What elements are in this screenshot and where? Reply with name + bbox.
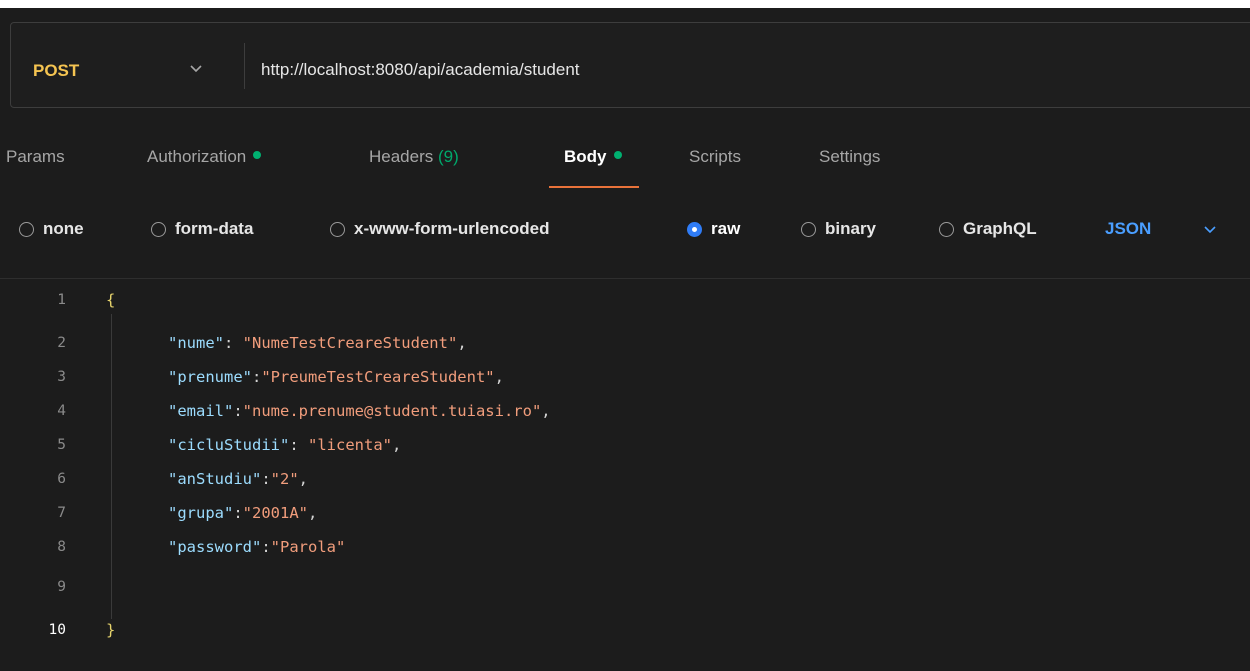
tab-authorization-label: Authorization: [147, 147, 247, 166]
code-open-brace: {: [106, 291, 116, 309]
tab-body[interactable]: Body: [564, 147, 622, 167]
radio-form-data-label: form-data: [175, 219, 254, 238]
line-number: 9: [57, 579, 66, 595]
json-value: "NumeTestCreareStudent": [242, 334, 458, 352]
line-number: 10: [48, 622, 66, 638]
line-number: 6: [57, 471, 66, 487]
json-key: "cicluStudii": [168, 436, 290, 454]
line-number: 3: [57, 369, 66, 385]
json-value: "nume.prenume@student.tuiasi.ro": [242, 402, 542, 420]
code-close-brace: }: [106, 621, 116, 639]
radio-form-data[interactable]: form-data: [151, 219, 253, 239]
http-method-select[interactable]: POST: [33, 61, 79, 81]
panel-divider: [0, 278, 1250, 279]
json-separator: :: [224, 334, 243, 352]
json-separator: :: [233, 504, 243, 522]
code-line: "cicluStudii": "licenta",: [168, 436, 401, 454]
line-number: 4: [57, 403, 66, 419]
json-value: "2001A": [242, 504, 308, 522]
json-value: "Parola": [270, 538, 346, 556]
radio-selected-icon: [687, 221, 702, 237]
code-line: "grupa":"2001A",: [168, 504, 317, 522]
radio-raw-label: raw: [711, 219, 741, 238]
top-margin: [0, 0, 1250, 8]
tab-headers[interactable]: Headers (9): [369, 147, 459, 167]
json-separator: :: [261, 538, 271, 556]
chevron-down-icon[interactable]: [189, 64, 203, 74]
request-url-bar: POST http://localhost:8080/api/academia/…: [10, 22, 1250, 108]
code-editor[interactable]: 1 2 3 4 5 6 7 8 9 10 { "nume": "NumeTest…: [0, 289, 1250, 671]
radio-none[interactable]: none: [19, 219, 84, 239]
code-line: "password":"Parola": [168, 538, 345, 556]
url-input[interactable]: http://localhost:8080/api/academia/stude…: [261, 60, 580, 80]
tab-headers-label: Headers: [369, 147, 434, 166]
line-number: 7: [57, 505, 66, 521]
json-value: "PreumeTestCreareStudent": [261, 368, 495, 386]
url-divider: [244, 43, 245, 89]
tab-authorization[interactable]: Authorization: [147, 147, 262, 167]
radio-none-label: none: [43, 219, 84, 238]
radio-circle-icon: [19, 221, 34, 237]
radio-circle-icon: [939, 221, 954, 237]
json-key: "email": [168, 402, 234, 420]
radio-binary[interactable]: binary: [801, 219, 876, 239]
json-separator: :: [233, 402, 243, 420]
line-number: 1: [57, 292, 66, 308]
tab-settings[interactable]: Settings: [819, 147, 880, 167]
json-comma: ,: [541, 402, 551, 420]
line-number: 8: [57, 539, 66, 555]
chevron-down-icon[interactable]: [1203, 225, 1217, 235]
code-line: "nume": "NumeTestCreareStudent",: [168, 334, 467, 352]
tab-scripts[interactable]: Scripts: [689, 147, 741, 167]
radio-graphql-label: GraphQL: [963, 219, 1037, 238]
line-number: 5: [57, 437, 66, 453]
json-comma: ,: [308, 504, 318, 522]
code-line: "email":"nume.prenume@student.tuiasi.ro"…: [168, 402, 551, 420]
json-separator: :: [261, 470, 271, 488]
radio-raw[interactable]: raw: [687, 219, 740, 239]
json-key: "anStudiu": [168, 470, 262, 488]
json-comma: ,: [298, 470, 309, 488]
json-key: "grupa": [168, 504, 234, 522]
json-comma: ,: [494, 368, 504, 386]
body-format-select[interactable]: JSON: [1105, 219, 1151, 239]
headers-count-badge: (9): [438, 147, 459, 166]
json-separator: :: [289, 436, 308, 454]
json-comma: ,: [392, 436, 402, 454]
status-dot-icon: [253, 151, 262, 159]
tab-body-label: Body: [564, 147, 607, 166]
status-dot-icon: [613, 151, 622, 159]
radio-circle-icon: [801, 221, 816, 237]
indent-guide: [111, 314, 112, 619]
tab-params-label: Params: [6, 147, 65, 166]
json-key: "prenume": [168, 368, 252, 386]
json-value: "2": [270, 470, 299, 488]
tab-scripts-label: Scripts: [689, 147, 741, 166]
json-value: "licenta": [308, 436, 392, 454]
radio-x-www-form-urlencoded[interactable]: x-www-form-urlencoded: [330, 219, 550, 239]
active-tab-indicator: [549, 186, 639, 188]
json-comma: ,: [457, 334, 467, 352]
json-key: "password": [168, 538, 262, 556]
line-number: 2: [57, 335, 66, 351]
json-separator: :: [252, 368, 262, 386]
postman-request-editor: POST http://localhost:8080/api/academia/…: [0, 0, 1250, 671]
tab-settings-label: Settings: [819, 147, 881, 166]
radio-binary-label: binary: [825, 219, 877, 238]
radio-graphql[interactable]: GraphQL: [939, 219, 1037, 239]
radio-circle-icon: [151, 221, 166, 237]
json-key: "nume": [168, 334, 224, 352]
code-line: "anStudiu":"2",: [168, 470, 308, 488]
tab-params[interactable]: Params: [6, 147, 65, 167]
code-line: "prenume":"PreumeTestCreareStudent",: [168, 368, 504, 386]
radio-urlencoded-label: x-www-form-urlencoded: [354, 219, 550, 238]
radio-circle-icon: [330, 221, 345, 237]
